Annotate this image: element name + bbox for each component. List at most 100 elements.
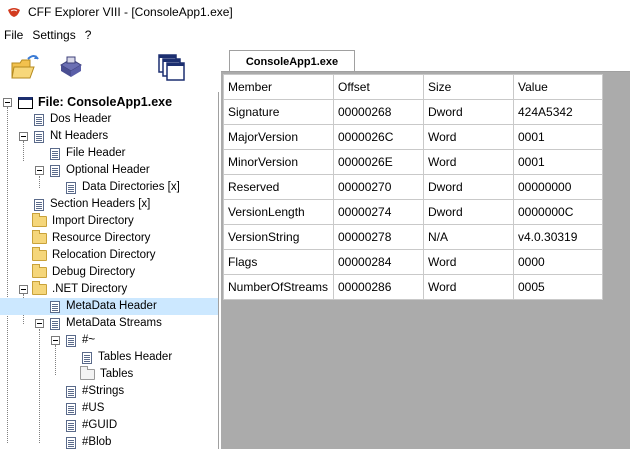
tree-item-nt-headers[interactable]: Nt Headers [0, 128, 218, 145]
document-icon [82, 351, 92, 364]
window-title: CFF Explorer VIII - [ConsoleApp1.exe] [28, 5, 233, 19]
table-row[interactable]: MinorVersion 0000026E Word 0001 [223, 149, 603, 175]
cell-value[interactable]: 0000 [513, 249, 603, 275]
cell-value[interactable]: 424A5342 [513, 99, 603, 125]
header-fields-grid[interactable]: Member Offset Size Value Signature 00000… [223, 74, 603, 300]
app-icon [8, 8, 20, 17]
tree-item-net-directory[interactable]: .NET Directory [0, 281, 218, 298]
tree-item-tables[interactable]: Tables [0, 366, 218, 383]
document-icon [66, 402, 76, 415]
cell-member[interactable]: VersionString [223, 224, 334, 250]
document-icon [66, 419, 76, 432]
tree-item-stream-us[interactable]: #US [0, 400, 218, 417]
document-icon [50, 164, 60, 177]
cell-member[interactable]: Signature [223, 99, 334, 125]
folder-icon [32, 264, 47, 278]
tree-item-metadata-header[interactable]: MetaData Header [0, 298, 218, 315]
save-disk-icon [60, 56, 82, 77]
windows-button[interactable] [154, 50, 188, 84]
cell-size[interactable]: N/A [423, 224, 514, 250]
cell-offset[interactable]: 00000278 [333, 224, 424, 250]
document-icon [50, 300, 60, 313]
tree-item-data-directories[interactable]: Data Directories [x] [0, 179, 218, 196]
cell-size[interactable]: Word [423, 249, 514, 275]
collapse-icon[interactable] [35, 319, 44, 328]
folder-icon [32, 213, 47, 227]
cell-offset[interactable]: 00000284 [333, 249, 424, 275]
tree-view[interactable]: File: ConsoleApp1.exe Dos Header Nt Head… [0, 92, 219, 449]
title-bar: CFF Explorer VIII - [ConsoleApp1.exe] [0, 0, 630, 24]
tree-item-section-headers[interactable]: Section Headers [x] [0, 196, 218, 213]
cell-offset[interactable]: 0000026E [333, 149, 424, 175]
cell-member[interactable]: VersionLength [223, 199, 334, 225]
collapse-icon[interactable] [19, 132, 28, 141]
cell-value[interactable]: 0005 [513, 274, 603, 300]
open-button[interactable] [8, 50, 42, 84]
cell-size[interactable]: Dword [423, 99, 514, 125]
table-row[interactable]: Flags 00000284 Word 0000 [223, 249, 603, 275]
tree-item-stream-tilde[interactable]: #~ [0, 332, 218, 349]
cell-size[interactable]: Dword [423, 174, 514, 200]
tree-item-tables-header[interactable]: Tables Header [0, 349, 218, 366]
cell-member[interactable]: MajorVersion [223, 124, 334, 150]
tree-item-metadata-streams[interactable]: MetaData Streams [0, 315, 218, 332]
menu-help[interactable]: ? [81, 28, 97, 42]
tree-root-label: File: ConsoleApp1.exe [38, 95, 173, 109]
tree-item-stream-blob[interactable]: #Blob [0, 434, 218, 449]
column-header-size[interactable]: Size [423, 74, 514, 100]
table-row[interactable]: VersionLength 00000274 Dword 0000000C [223, 199, 603, 225]
grid-area: Member Offset Size Value Signature 00000… [221, 71, 630, 449]
cell-offset[interactable]: 0000026C [333, 124, 424, 150]
save-button[interactable] [54, 50, 88, 84]
folder-icon [32, 230, 47, 244]
open-folder-icon [11, 55, 39, 79]
table-row[interactable]: VersionString 00000278 N/A v4.0.30319 [223, 224, 603, 250]
cell-value[interactable]: 00000000 [513, 174, 603, 200]
column-header-offset[interactable]: Offset [333, 74, 424, 100]
column-header-value[interactable]: Value [513, 74, 603, 100]
document-icon [50, 317, 60, 330]
cell-offset[interactable]: 00000286 [333, 274, 424, 300]
collapse-icon[interactable] [35, 166, 44, 175]
table-row[interactable]: Reserved 00000270 Dword 00000000 [223, 174, 603, 200]
cell-member[interactable]: NumberOfStreams [223, 274, 334, 300]
cell-value[interactable]: v4.0.30319 [513, 224, 603, 250]
tree-item-stream-strings[interactable]: #Strings [0, 383, 218, 400]
menu-file[interactable]: File [0, 28, 28, 42]
tree-item-import-directory[interactable]: Import Directory [0, 213, 218, 230]
tree-item-optional-header[interactable]: Optional Header [0, 162, 218, 179]
open-folder-icon [80, 366, 95, 380]
cell-size[interactable]: Word [423, 149, 514, 175]
cell-size[interactable]: Dword [423, 199, 514, 225]
cell-member[interactable]: Flags [223, 249, 334, 275]
table-row[interactable]: Signature 00000268 Dword 424A5342 [223, 99, 603, 125]
cell-size[interactable]: Word [423, 124, 514, 150]
collapse-icon[interactable] [3, 98, 12, 107]
tab-consoleapp1[interactable]: ConsoleApp1.exe [229, 50, 355, 72]
cell-value[interactable]: 0001 [513, 149, 603, 175]
cell-offset[interactable]: 00000268 [333, 99, 424, 125]
tree-item-dos-header[interactable]: Dos Header [0, 111, 218, 128]
table-row[interactable]: MajorVersion 0000026C Word 0001 [223, 124, 603, 150]
cell-member[interactable]: MinorVersion [223, 149, 334, 175]
collapse-icon[interactable] [51, 336, 60, 345]
cell-size[interactable]: Word [423, 274, 514, 300]
cell-member[interactable]: Reserved [223, 174, 334, 200]
document-icon [34, 198, 44, 211]
tree-item-resource-directory[interactable]: Resource Directory [0, 230, 218, 247]
tree-item-file-header[interactable]: File Header [0, 145, 218, 162]
tree-item-relocation-directory[interactable]: Relocation Directory [0, 247, 218, 264]
table-row[interactable]: NumberOfStreams 00000286 Word 0005 [223, 274, 603, 300]
folder-icon [32, 247, 47, 261]
column-header-member[interactable]: Member [223, 74, 334, 100]
cell-value[interactable]: 0001 [513, 124, 603, 150]
collapse-icon[interactable] [19, 285, 28, 294]
document-icon [66, 436, 76, 449]
tree-item-stream-guid[interactable]: #GUID [0, 417, 218, 434]
tree-root[interactable]: File: ConsoleApp1.exe [0, 94, 218, 111]
cell-value[interactable]: 0000000C [513, 199, 603, 225]
cell-offset[interactable]: 00000274 [333, 199, 424, 225]
cell-offset[interactable]: 00000270 [333, 174, 424, 200]
tree-item-debug-directory[interactable]: Debug Directory [0, 264, 218, 281]
menu-settings[interactable]: Settings [28, 28, 80, 42]
